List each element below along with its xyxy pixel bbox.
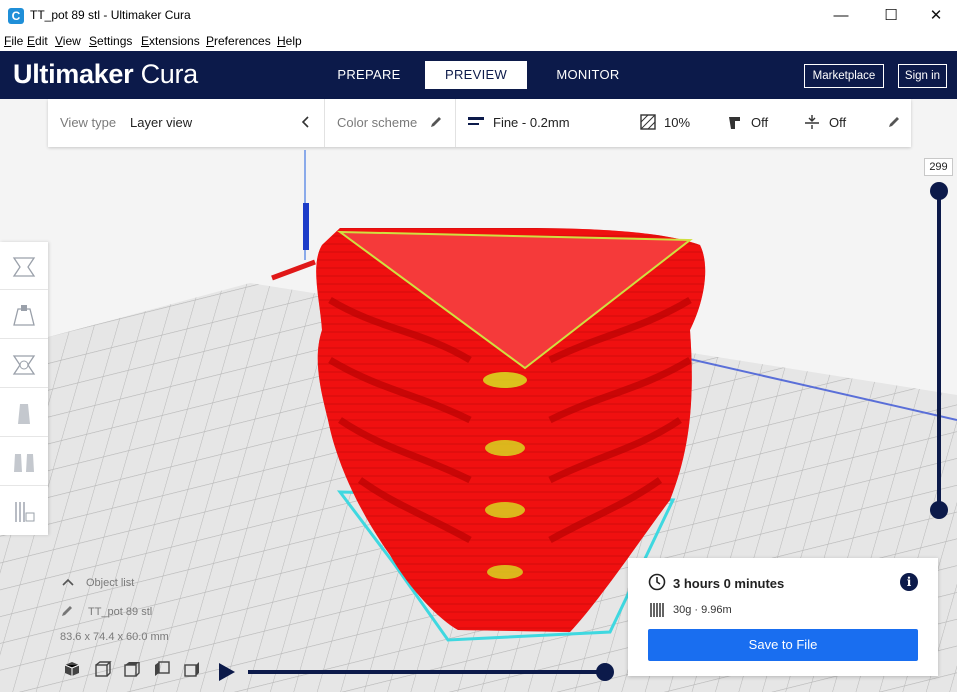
view-type-label: View type <box>60 115 117 130</box>
support-blocker-icon <box>15 502 35 522</box>
maximize-button[interactable]: ☐ <box>868 0 914 32</box>
menu-extensions[interactable]: Extensions <box>141 34 200 48</box>
per-model-settings-button[interactable] <box>0 438 48 486</box>
stage-preview-tab[interactable]: PREVIEW <box>425 61 527 89</box>
menu-view[interactable]: View <box>55 34 81 48</box>
toolbar-divider <box>324 99 325 147</box>
chevron-up-icon[interactable] <box>62 577 74 587</box>
object-name[interactable]: TT_pot 89 stl <box>88 606 152 618</box>
scale-tool-icon <box>13 305 35 326</box>
layer-slider-bottom-handle[interactable] <box>930 501 948 519</box>
ultimaker-cura-logo: Ultimaker Cura <box>13 59 198 89</box>
adhesion-icon <box>805 115 819 129</box>
left-tool-panel <box>0 242 48 535</box>
support-icon <box>729 117 740 129</box>
window-titlebar: C TT_pot 89 stl - Ultimaker Cura — ☐ ✕ <box>0 0 957 32</box>
menu-bar: File Edit View Settings Extensions Prefe… <box>0 32 957 52</box>
window-title: TT_pot 89 stl - Ultimaker Cura <box>30 8 191 22</box>
pencil-icon[interactable] <box>60 604 74 618</box>
print-profile-button[interactable]: Fine - 0.2mm <box>493 115 570 130</box>
left-view-icon[interactable] <box>153 660 171 678</box>
layer-slider-top-handle[interactable] <box>930 182 948 200</box>
front-view-icon[interactable] <box>94 660 112 678</box>
x-axis-marker <box>271 259 316 281</box>
object-list-header[interactable]: Object list <box>86 577 134 589</box>
scale-tool-button[interactable] <box>0 291 48 339</box>
infill-value[interactable]: 10% <box>664 115 690 130</box>
toolbar-divider <box>455 99 456 147</box>
info-icon[interactable]: i <box>900 573 918 591</box>
menu-preferences[interactable]: Preferences <box>206 34 271 48</box>
path-slider-track[interactable] <box>248 670 606 674</box>
move-tool-icon <box>12 257 36 277</box>
play-simulation-icon[interactable] <box>219 663 235 681</box>
object-dimensions: 83.6 x 74.4 x 60.0 mm <box>60 631 169 643</box>
menu-file[interactable]: File <box>4 34 23 48</box>
minimize-button[interactable]: — <box>818 0 864 32</box>
per-model-settings-icon <box>14 454 34 472</box>
print-time: 3 hours 0 minutes <box>673 576 785 591</box>
cura-header: Ultimaker Cura PREPARE PREVIEW MONITOR M… <box>0 51 957 99</box>
support-value[interactable]: Off <box>751 115 768 130</box>
pencil-icon[interactable] <box>886 114 902 130</box>
save-to-file-button[interactable]: Save to File <box>648 629 918 661</box>
infill-icon <box>640 114 656 130</box>
stage-monitor-tab[interactable]: MONITOR <box>545 61 631 89</box>
layer-number-label[interactable]: 299 <box>924 158 953 176</box>
color-scheme-button[interactable]: Color scheme <box>337 115 417 130</box>
3d-view-icon[interactable] <box>63 660 81 678</box>
layer-height-icon <box>468 117 484 125</box>
menu-edit[interactable]: Edit <box>27 34 48 48</box>
rotate-tool-button[interactable] <box>0 340 48 388</box>
close-button[interactable]: ✕ <box>913 0 957 32</box>
layer-slider-track[interactable] <box>937 190 941 512</box>
rotate-tool-icon <box>12 355 36 375</box>
sign-in-button[interactable]: Sign in <box>898 64 947 88</box>
mirror-tool-icon <box>18 404 30 424</box>
cura-app-icon: C <box>8 8 24 24</box>
marketplace-button[interactable]: Marketplace <box>804 64 884 88</box>
adhesion-value[interactable]: Off <box>829 115 846 130</box>
path-slider-handle[interactable] <box>596 663 614 681</box>
view-toolbar: View type Layer view Color scheme Fine -… <box>48 99 911 147</box>
menu-settings[interactable]: Settings <box>89 34 132 48</box>
mirror-tool-button[interactable] <box>0 389 48 437</box>
z-axis-marker <box>303 203 309 250</box>
filament-spool-icon <box>650 603 664 617</box>
move-tool-button[interactable] <box>0 242 48 290</box>
support-blocker-button[interactable] <box>0 487 48 535</box>
print-info-panel: 3 hours 0 minutes i 30g · 9.96m Save to … <box>628 558 938 676</box>
stage-prepare-tab[interactable]: PREPARE <box>330 61 408 89</box>
right-view-icon[interactable] <box>183 660 201 678</box>
chevron-left-icon[interactable] <box>298 114 314 130</box>
pencil-icon[interactable] <box>428 114 444 130</box>
clock-icon <box>648 573 666 591</box>
top-view-icon[interactable] <box>123 660 141 678</box>
view-type-dropdown[interactable]: Layer view <box>130 115 192 130</box>
material-usage: 30g · 9.96m <box>673 604 732 616</box>
menu-help[interactable]: Help <box>277 34 302 48</box>
